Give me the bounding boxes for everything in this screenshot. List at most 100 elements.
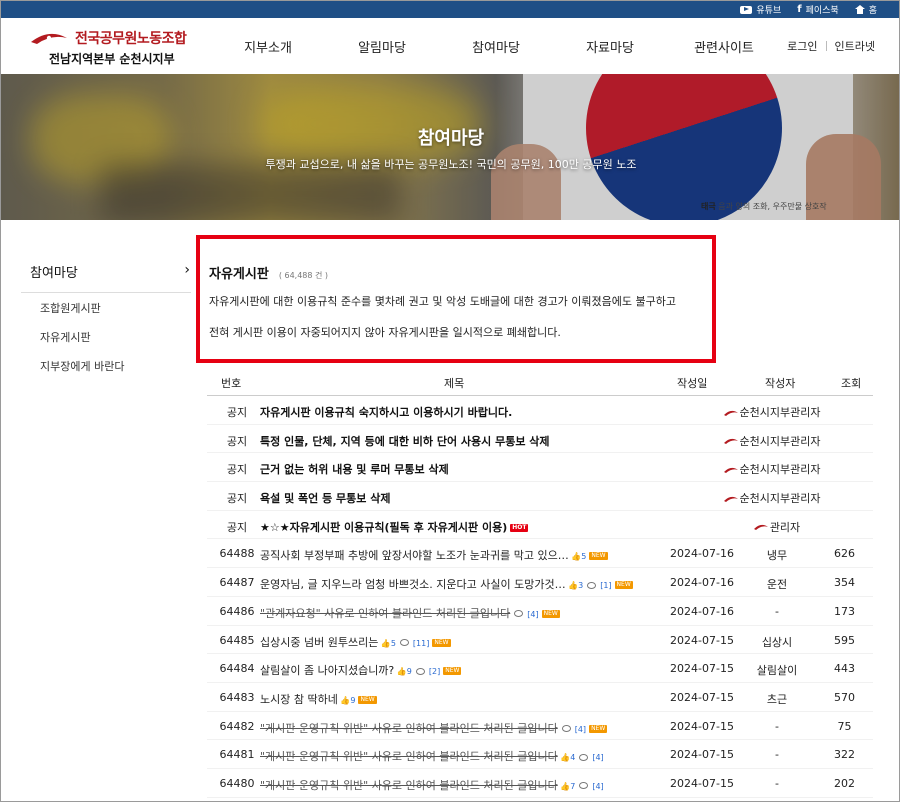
row-author-name: 순천시지부관리자 bbox=[739, 406, 821, 419]
col-views: 조회 bbox=[841, 377, 862, 390]
row-views: 626 bbox=[834, 547, 855, 561]
row-author: - bbox=[775, 748, 779, 762]
comment-count: [11] bbox=[412, 638, 430, 648]
row-author: - bbox=[775, 604, 779, 618]
login-link[interactable]: 로그인 bbox=[787, 38, 817, 54]
row-author: 살림살이 bbox=[756, 664, 798, 678]
comment-icon bbox=[415, 667, 425, 675]
row-author: - bbox=[775, 776, 779, 790]
col-no: 번호 bbox=[221, 377, 242, 390]
youtube-icon bbox=[740, 5, 753, 14]
row-title-link[interactable]: 운영자님, 글 지우느라 엄청 바쁘것소. 지운다고 사실이 도망가것… 👍3 [… bbox=[260, 576, 633, 592]
row-author: 츠근 bbox=[766, 692, 788, 706]
row-views: 202 bbox=[834, 776, 855, 790]
union-logo-icon bbox=[723, 496, 738, 502]
intranet-link[interactable]: 인트라넷 bbox=[835, 38, 875, 54]
row-title-text: ★☆★자유게시판 이용규칙(필독 후 자유게시판 이용) bbox=[260, 520, 508, 534]
sidebar-divider bbox=[21, 292, 191, 293]
row-title-link[interactable]: "게시판 운영규칙 위반" 사유로 인하여 블라인드 처리된 글입니다 👍7 [4… bbox=[260, 777, 604, 793]
new-badge: NEW bbox=[432, 638, 451, 647]
sidebar-item-to-chief[interactable]: 지부장에게 바란다 bbox=[40, 358, 124, 374]
new-badge: NEW bbox=[358, 695, 377, 704]
row-views: 322 bbox=[834, 748, 855, 762]
new-badge: NEW bbox=[614, 581, 633, 590]
row-title-link[interactable]: 공직사회 부정부패 추방에 앞장서야할 노조가 눈과귀를 막고 있으… 👍5 NE… bbox=[260, 547, 608, 563]
like-count: 👍3 bbox=[565, 581, 584, 591]
nav-item-participate[interactable]: 참여마당 bbox=[439, 37, 553, 56]
row-title-link[interactable]: 십상시중 넘버 원투쓰리는 👍5 [11] NEW bbox=[260, 634, 451, 650]
facebook-link[interactable]: f 페이스북 bbox=[797, 3, 838, 16]
sidebar-heading[interactable]: 참여마당 › bbox=[30, 262, 190, 281]
row-title-text: 공직사회 부정부패 추방에 앞장서야할 노조가 눈과귀를 막고 있으… bbox=[260, 549, 569, 563]
home-icon bbox=[854, 5, 865, 14]
page-frame: 유튜브 f 페이스북 홈 전국공무원노동조합 전남지역본부 순천시지부 지부소개… bbox=[0, 0, 900, 802]
board-notice-box: 자유게시판 ( 64,488 건 ) 자유게시판에 대한 이용규칙 준수를 몇차례… bbox=[196, 235, 716, 363]
row-title-link[interactable]: 살림살이 좀 나아지셨습니까? 👍9 [2] NEW bbox=[260, 662, 462, 678]
comment-icon bbox=[579, 782, 589, 790]
row-no: 64485 bbox=[219, 633, 255, 647]
row-title-link[interactable]: ★☆★자유게시판 이용규칙(필독 후 자유게시판 이용) HOT bbox=[260, 519, 529, 535]
row-no: 64481 bbox=[219, 748, 255, 762]
notice-line-2: 전혀 게시판 이용이 자중되어지지 않아 자유게시판을 일시적으로 폐쇄합니다. bbox=[209, 326, 561, 339]
util-divider bbox=[825, 41, 827, 51]
comment-icon bbox=[514, 610, 524, 618]
row-author: 순천시지부관리자 bbox=[712, 461, 832, 477]
comment-count: [4] bbox=[592, 753, 604, 763]
row-title-text: "관계자요청" 사유로 인하여 블라인드 처리된 글입니다 bbox=[260, 606, 511, 620]
new-badge: NEW bbox=[443, 667, 462, 676]
hot-badge: HOT bbox=[510, 523, 529, 532]
table-row: 64483 노시장 참 딱하네 👍9 NEW 2024-07-15 츠근 570 bbox=[207, 683, 873, 712]
like-count: 👍5 bbox=[568, 552, 587, 562]
post-count: ( 64,488 건 ) bbox=[278, 271, 329, 280]
home-link[interactable]: 홈 bbox=[854, 3, 877, 16]
row-views: 354 bbox=[834, 576, 855, 590]
table-row: 64486 "관계자요청" 사유로 인하여 블라인드 처리된 글입니다 👍[4]… bbox=[207, 597, 873, 626]
table-row: 64488 공직사회 부정부패 추방에 앞장서야할 노조가 눈과귀를 막고 있으… bbox=[207, 539, 873, 569]
row-title-text: "게시판 운영규칙 위반" 사유로 인하여 블라인드 처리된 글입니다 bbox=[260, 750, 558, 764]
row-no: 64484 bbox=[219, 662, 255, 676]
table-header: 번호 제목 작성일 작성자 조회 bbox=[207, 369, 873, 396]
row-author: 냉무 bbox=[766, 549, 788, 563]
row-no: 64487 bbox=[219, 576, 255, 590]
row-title-link[interactable]: 욕설 및 폭언 등 무통보 삭제 bbox=[260, 490, 390, 506]
row-title-link[interactable]: 특정 인물, 단체, 지역 등에 대한 비하 단어 사용시 무통보 삭제 bbox=[260, 433, 550, 449]
nav-item-resources[interactable]: 자료마당 bbox=[553, 37, 667, 56]
table-row: 64484 살림살이 좀 나아지셨습니까? 👍9 [2] NEW 2024-07-1… bbox=[207, 654, 873, 683]
row-title-link[interactable]: 노시장 참 딱하네 👍9 NEW bbox=[260, 691, 377, 707]
union-logo-icon bbox=[723, 410, 738, 416]
main-nav: 지부소개 알림마당 참여마당 자료마당 관련사이트 bbox=[211, 18, 781, 74]
header-util: 로그인 인트라넷 bbox=[787, 18, 875, 74]
nav-item-about[interactable]: 지부소개 bbox=[211, 37, 325, 56]
facebook-icon: f bbox=[797, 4, 802, 15]
sidebar: 참여마당 › 조합원게시판 자유게시판 지부장에게 바란다 bbox=[1, 220, 191, 801]
youtube-link[interactable]: 유튜브 bbox=[740, 3, 781, 16]
comment-count: [1] bbox=[600, 581, 612, 591]
branch-name: 전남지역본부 순천시지부 bbox=[49, 52, 175, 66]
row-title-link[interactable]: "관계자요청" 사유로 인하여 블라인드 처리된 글입니다 👍[4]NEW bbox=[260, 605, 560, 621]
table-row: 64487 운영자님, 글 지우느라 엄청 바쁘것소. 지운다고 사실이 도망가… bbox=[207, 568, 873, 597]
row-author: 순천시지부관리자 bbox=[712, 490, 832, 506]
row-title-link[interactable]: "게시판 운영규칙 위반" 사유로 인하여 블라인드 처리된 글입니다 👍4 [4… bbox=[260, 748, 604, 764]
col-date: 작성일 bbox=[677, 377, 708, 390]
site-logo[interactable]: 전국공무원노동조합 전남지역본부 순천시지부 bbox=[29, 26, 199, 66]
row-title-text: "게시판 운영규칙 위반" 사유로 인하여 블라인드 처리된 글입니다 bbox=[260, 721, 558, 735]
comment-icon bbox=[587, 581, 597, 589]
utility-bar: 유튜브 f 페이스북 홈 bbox=[1, 1, 899, 18]
row-no: 공지 bbox=[226, 463, 248, 477]
row-title-text: 살림살이 좀 나아지셨습니까? bbox=[260, 664, 395, 678]
nav-item-notice[interactable]: 알림마당 bbox=[325, 37, 439, 56]
row-title-link[interactable]: 자유게시판 이용규칙 숙지하시고 이용하시기 바랍니다. bbox=[260, 404, 512, 420]
row-title-link[interactable]: "게시판 운영규칙 위반" 사유로 인하여 블라인드 처리된 글입니다 👍[4]… bbox=[260, 720, 608, 736]
site-header: 전국공무원노동조합 전남지역본부 순천시지부 지부소개 알림마당 참여마당 자료… bbox=[1, 18, 899, 74]
like-count: 👍9 bbox=[337, 695, 356, 705]
home-label: 홈 bbox=[868, 6, 877, 16]
table-row: 64485 십상시중 넘버 원투쓰리는 👍5 [11] NEW 2024-07-15… bbox=[207, 626, 873, 655]
sidebar-item-free-board[interactable]: 자유게시판 bbox=[40, 329, 91, 345]
row-title-link[interactable]: 근거 없는 허위 내용 및 루머 무통보 삭제 bbox=[260, 461, 449, 477]
row-no: 공지 bbox=[226, 492, 248, 506]
col-title: 제목 bbox=[444, 377, 465, 390]
sidebar-item-member-board[interactable]: 조합원게시판 bbox=[40, 300, 101, 316]
row-no: 64486 bbox=[219, 604, 255, 618]
nav-item-related-sites[interactable]: 관련사이트 bbox=[667, 37, 781, 56]
like-count: 👍4 bbox=[557, 753, 576, 763]
